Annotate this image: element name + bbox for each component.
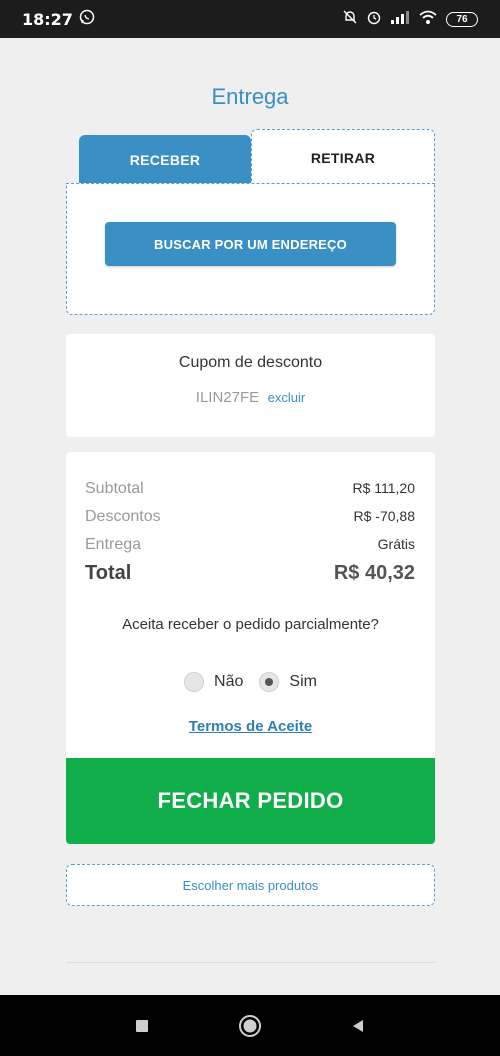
divider: [66, 962, 435, 963]
notifications-off-icon: [342, 9, 358, 30]
whatsapp-icon: [79, 9, 95, 30]
navigation-bar: [0, 995, 500, 1056]
recent-apps-icon[interactable]: [128, 1012, 156, 1040]
terms-link[interactable]: Termos de Aceite: [66, 718, 435, 735]
subtotal-label: Subtotal: [85, 480, 144, 497]
partial-order-question: Aceita receber o pedido parcialmente?: [122, 616, 379, 633]
radio-yes[interactable]: [259, 672, 280, 692]
subtotal-row: Subtotal R$ 111,20: [85, 480, 415, 498]
radio-option-no[interactable]: Não: [184, 672, 243, 692]
wifi-icon: [418, 9, 438, 30]
partial-order-options: Não Sim: [66, 672, 435, 692]
page-title: Entrega: [211, 84, 289, 109]
choose-more-products-button[interactable]: Escolher mais produtos: [66, 864, 435, 906]
discounts-label: Descontos: [85, 508, 161, 525]
radio-no[interactable]: [184, 672, 205, 692]
checkout-button[interactable]: FECHAR PEDIDO: [66, 758, 435, 844]
search-address-button[interactable]: BUSCAR POR UM ENDEREÇO: [105, 222, 396, 266]
battery-icon: 76: [446, 11, 478, 27]
radio-yes-label: Sim: [289, 673, 317, 690]
subtotal-value: R$ 111,20: [352, 480, 415, 496]
coupon-card: Cupom de desconto ILIN27FE excluir: [66, 334, 435, 437]
delivery-row: Entrega Grátis: [85, 536, 415, 554]
coupon-title: Cupom de desconto: [178, 354, 323, 371]
delivery-label: Entrega: [85, 536, 142, 553]
alarm-icon: [366, 9, 382, 30]
status-bar: 18:27 76: [0, 0, 500, 38]
discounts-row: Descontos R$ -70,88: [85, 508, 415, 526]
signal-icon: [390, 10, 410, 29]
total-label: Total: [85, 562, 132, 584]
total-row: Total R$ 40,32: [85, 562, 415, 585]
home-icon[interactable]: [236, 1012, 264, 1040]
remove-coupon-link[interactable]: excluir: [268, 390, 306, 405]
back-icon[interactable]: [344, 1012, 372, 1040]
coupon-code: ILIN27FE: [195, 389, 260, 406]
tab-receber[interactable]: RECEBER: [79, 135, 251, 185]
radio-no-label: Não: [214, 673, 244, 690]
order-summary: Subtotal R$ 111,20 Descontos R$ -70,88 E…: [66, 452, 435, 758]
delivery-value: Grátis: [377, 536, 415, 552]
discounts-value: R$ -70,88: [353, 508, 415, 524]
radio-option-yes[interactable]: Sim: [259, 672, 317, 692]
total-value: R$ 40,32: [333, 562, 415, 584]
status-time: 18:27: [22, 9, 73, 29]
tab-retirar[interactable]: RETIRAR: [251, 129, 435, 185]
